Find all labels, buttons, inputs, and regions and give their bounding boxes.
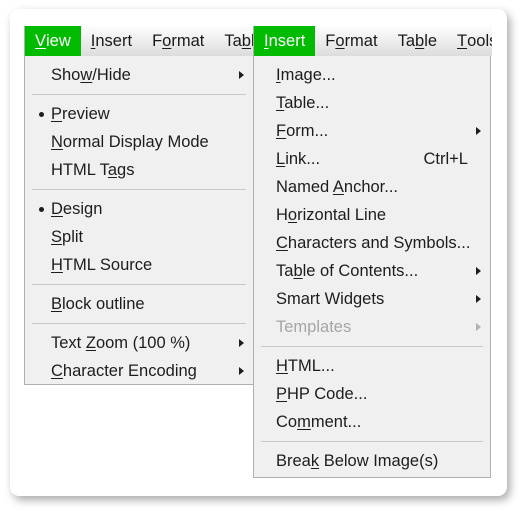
view-menu-panel: ViewInsertFormatTable Show/Hide Preview No… <box>24 26 255 385</box>
menu-item-label: HTML Tags <box>51 160 135 179</box>
submenu-arrow-icon <box>239 367 244 375</box>
menu-item-design[interactable]: Design <box>25 195 253 223</box>
insert-menu-panel: InsertFormatTableTools Image... Table... F… <box>253 26 492 478</box>
menu-item-comment[interactable]: Comment... <box>254 408 490 436</box>
radio-bullet-icon <box>39 112 44 117</box>
menu-item-label: Horizontal Line <box>276 205 387 224</box>
menu-item-show-hide[interactable]: Show/Hide <box>25 61 253 89</box>
menu-item-html-source[interactable]: HTML Source <box>25 251 253 279</box>
submenu-arrow-icon <box>239 339 244 347</box>
menu-item-character-encoding[interactable]: Character Encoding <box>25 357 253 385</box>
menu-item-html[interactable]: HTML... <box>254 352 490 380</box>
menu-item-label: Break Below Image(s) <box>276 451 439 470</box>
menu-item-image[interactable]: Image... <box>254 61 490 89</box>
menubar-item-tools[interactable]: Tools <box>447 26 492 56</box>
radio-bullet-icon <box>39 207 44 212</box>
view-dropdown: Show/Hide Preview Normal Display Mode HTML … <box>25 56 253 384</box>
menu-item-label: Show/Hide <box>51 65 131 84</box>
menu-item-preview[interactable]: Preview <box>25 100 253 128</box>
screenshot-card: ViewInsertFormatTable Show/HidePreviewNo… <box>10 9 507 496</box>
submenu-arrow-icon <box>476 295 481 303</box>
menu-item-characters-and-symbols[interactable]: Characters and Symbols... <box>254 229 490 257</box>
menu-item-php-code[interactable]: PHP Code... <box>254 380 490 408</box>
menu-item-label: Smart Widgets <box>276 289 385 308</box>
menu-item-label: Image... <box>276 65 336 84</box>
menu-item-split[interactable]: Split <box>25 223 253 251</box>
menu-item-label: Comment... <box>276 412 362 431</box>
menubar-item-view[interactable]: View <box>25 26 81 56</box>
submenu-arrow-icon <box>476 323 481 331</box>
menu-item-label: Characters and Symbols... <box>276 233 471 252</box>
menubar-item-insert[interactable]: Insert <box>81 26 142 56</box>
menubar-item-format[interactable]: Fo rmat <box>315 26 387 56</box>
menu-item-label: Templates <box>276 317 352 336</box>
menubar-item-format[interactable]: Fo rmat <box>142 26 214 56</box>
menu-item-text-zoom-100[interactable]: Text Zoom (100 %) <box>25 329 253 357</box>
insert-menubar: InsertFormatTableTools <box>254 26 492 56</box>
submenu-arrow-icon <box>476 127 481 135</box>
menu-item-shortcut: Ctrl+L <box>423 149 468 168</box>
menu-item-smart-widgets[interactable]: Smart Widgets <box>254 285 490 313</box>
menu-item-label: Table of Contents... <box>276 261 419 280</box>
menu-separator <box>32 189 246 190</box>
menu-separator <box>32 284 246 285</box>
submenu-arrow-icon <box>476 267 481 275</box>
menu-separator <box>261 346 483 347</box>
menubar-item-table[interactable]: Table <box>214 26 255 56</box>
menu-item-label: Named Anchor... <box>276 177 399 196</box>
menu-item-table-of-contents[interactable]: Table of Contents... <box>254 257 490 285</box>
menu-item-label: Form... <box>276 121 329 140</box>
menubar-item-insert[interactable]: Insert <box>254 26 316 56</box>
menu-item-label: Split <box>51 227 84 246</box>
menu-item-label: Link... <box>276 149 321 168</box>
menu-item-label: HTML Source <box>51 255 153 274</box>
menu-item-label: Block outline <box>51 294 145 313</box>
submenu-arrow-icon <box>239 71 244 79</box>
menu-item-table[interactable]: Table... <box>254 89 490 117</box>
menu-separator <box>32 94 246 95</box>
menu-item-form[interactable]: Form... <box>254 117 490 145</box>
view-menubar: ViewInsertFormatTable <box>25 26 255 56</box>
menu-item-link[interactable]: Link... Ctrl+L <box>254 145 490 173</box>
menu-item-named-anchor[interactable]: Named Anchor... <box>254 173 490 201</box>
menu-item-label: PHP Code... <box>276 384 368 403</box>
menu-separator <box>261 441 483 442</box>
menu-item-label: Character Encoding <box>51 361 197 380</box>
menu-item-label: Table... <box>276 93 330 112</box>
menu-item-break-below-image-s[interactable]: Break Below Image(s) <box>254 447 490 475</box>
insert-dropdown: Image... Table... Form... Link... Ctrl+L Name… <box>254 56 490 477</box>
menu-item-templates: Templates <box>254 313 490 341</box>
menubar-item-table[interactable]: Table <box>388 26 447 56</box>
menu-item-horizontal-line[interactable]: Horizontal Line <box>254 201 490 229</box>
menu-item-label: Text Zoom (100 %) <box>51 333 191 352</box>
menu-item-label: HTML... <box>276 356 335 375</box>
menu-item-label: Normal Display Mode <box>51 132 209 151</box>
menu-item-block-outline[interactable]: Block outline <box>25 290 253 318</box>
menu-item-label: Preview <box>51 104 110 123</box>
menu-item-normal-display-mode[interactable]: Normal Display Mode <box>25 128 253 156</box>
menu-item-html-tags[interactable]: HTML Tags <box>25 156 253 184</box>
menu-separator <box>32 323 246 324</box>
menu-item-label: Design <box>51 199 103 218</box>
